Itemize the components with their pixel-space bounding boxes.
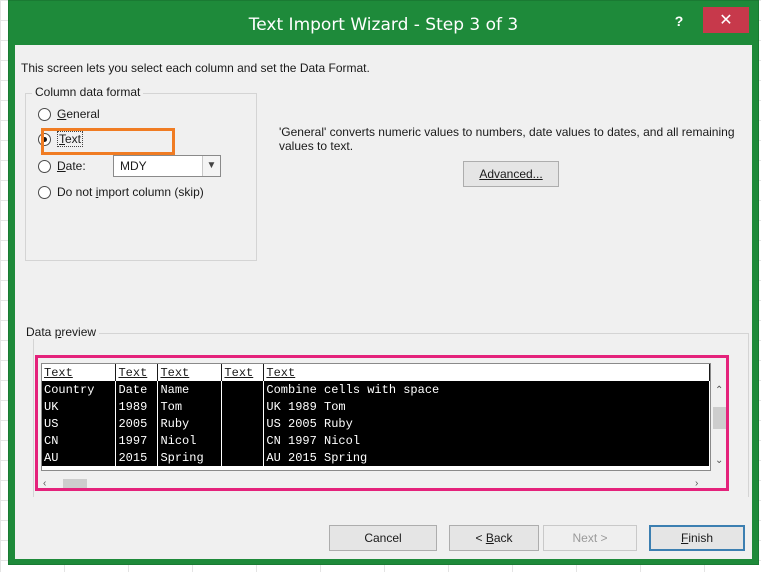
format-description: 'General' converts numeric values to num…	[279, 125, 735, 153]
text-import-wizard-dialog: Text Import Wizard - Step 3 of 3 ? ✕ Thi…	[8, 0, 759, 565]
radio-button[interactable]	[38, 185, 51, 199]
data-preview-highlight	[35, 355, 729, 491]
column-data-format-group: Column data format General Text Date: Do…	[25, 85, 257, 261]
chevron-down-icon[interactable]: ▼	[202, 156, 220, 176]
radio-label-general: General	[57, 107, 100, 121]
data-preview-legend: Data preview	[23, 325, 100, 339]
date-format-value: MDY	[120, 159, 147, 173]
close-button[interactable]: ✕	[703, 7, 749, 33]
radio-skip[interactable]: Do not import column (skip)	[38, 182, 204, 202]
radio-button[interactable]	[38, 159, 51, 173]
radio-general[interactable]: General	[38, 104, 100, 124]
next-button[interactable]: Next >	[543, 525, 637, 551]
radio-label-skip: Do not import column (skip)	[57, 185, 204, 199]
dialog-body: This screen lets you select each column …	[15, 45, 752, 559]
text-option-highlight	[41, 128, 175, 155]
date-format-select[interactable]: MDY ▼	[113, 155, 221, 177]
window-title: Text Import Wizard - Step 3 of 3	[248, 15, 519, 35]
finish-button[interactable]: Finish	[649, 525, 745, 551]
title-bar[interactable]: Text Import Wizard - Step 3 of 3 ? ✕	[9, 1, 758, 45]
close-icon: ✕	[719, 10, 733, 29]
intro-text: This screen lets you select each column …	[21, 61, 370, 75]
cancel-button[interactable]: Cancel	[329, 525, 437, 551]
group-legend: Column data format	[32, 85, 144, 99]
advanced-button[interactable]: Advanced...	[463, 161, 559, 187]
radio-date[interactable]: Date:	[38, 156, 86, 176]
radio-button[interactable]	[38, 107, 51, 121]
help-button[interactable]: ?	[669, 11, 689, 31]
radio-label-date: Date:	[57, 159, 86, 173]
back-button[interactable]: < Back	[449, 525, 539, 551]
